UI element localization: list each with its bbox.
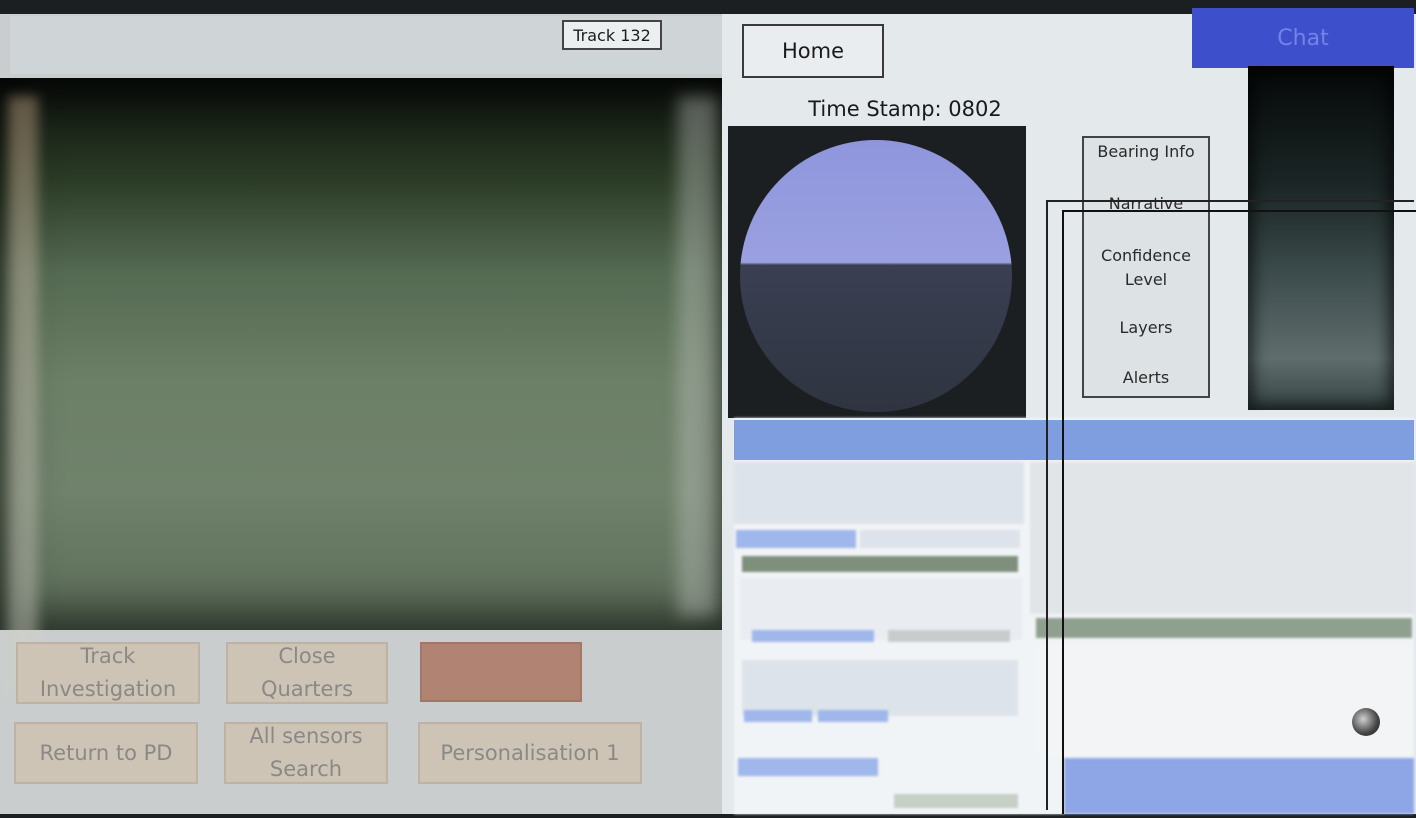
menu-bearing-info[interactable]: Bearing Info xyxy=(1082,140,1210,164)
embedded-button[interactable] xyxy=(752,630,874,642)
home-button[interactable]: Home xyxy=(742,24,884,78)
embedded-status-bar xyxy=(742,556,1018,572)
return-to-pd-button[interactable]: Return to PD xyxy=(14,722,198,784)
chat-button[interactable]: Chat xyxy=(1192,8,1414,68)
embedded-small-button-2[interactable] xyxy=(818,710,888,722)
scroll-knob-icon[interactable] xyxy=(1352,708,1380,736)
alert-button[interactable] xyxy=(420,642,582,702)
embedded-details-block xyxy=(742,660,1018,716)
embedded-small-button-1[interactable] xyxy=(744,710,812,722)
track-label: Track 132 xyxy=(562,20,662,50)
close-quarters-button[interactable]: Close Quarters xyxy=(226,642,388,704)
embedded-button-secondary[interactable] xyxy=(888,630,1010,642)
embedded-lower-bar xyxy=(894,794,1018,808)
camera-video-feed xyxy=(0,78,728,630)
embedded-tab[interactable] xyxy=(860,530,1020,548)
all-sensors-search-button[interactable]: All sensors Search xyxy=(224,722,388,784)
embedded-info-block xyxy=(734,462,1024,524)
embedded-tab-active[interactable] xyxy=(736,530,856,548)
track-investigation-button[interactable]: Track Investigation xyxy=(16,642,200,704)
personalisation-button[interactable]: Personalisation 1 xyxy=(418,722,642,784)
periscope-scope-circle xyxy=(740,140,1012,412)
embedded-tab-lower[interactable] xyxy=(738,758,878,776)
timestamp-label: Time Stamp: 0802 xyxy=(808,97,1002,121)
